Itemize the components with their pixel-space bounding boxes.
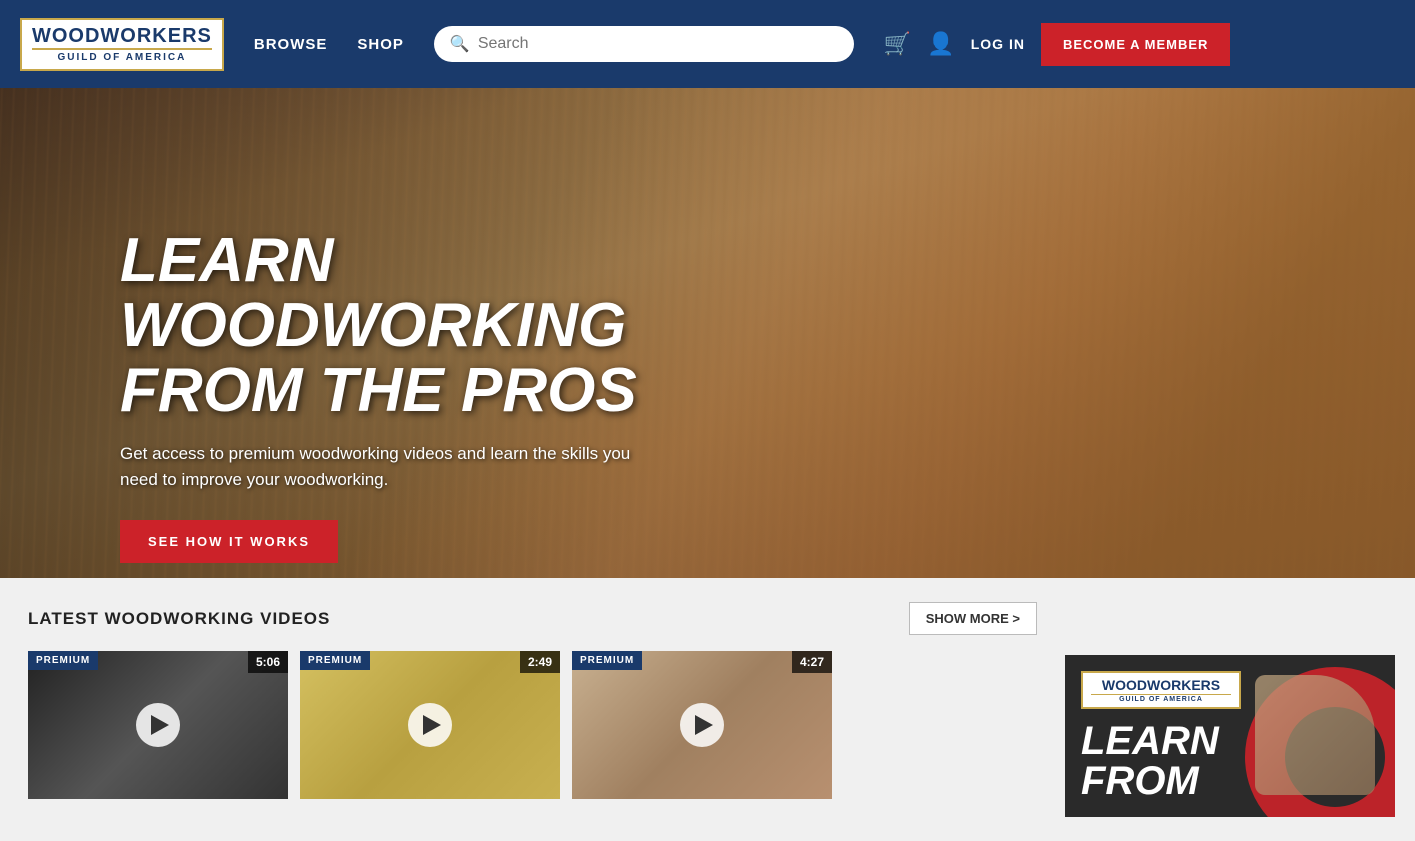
- cart-icon[interactable]: 🛒: [884, 31, 911, 57]
- nav-browse[interactable]: BROWSE: [254, 36, 328, 53]
- main-nav: BROWSE SHOP: [254, 36, 404, 53]
- videos-header: LATEST WOODWORKING VIDEOS SHOW MORE >: [20, 602, 1045, 635]
- nav-shop[interactable]: SHOP: [357, 36, 404, 53]
- play-icon: [695, 715, 713, 735]
- search-bar: 🔍: [434, 26, 854, 62]
- premium-badge: PREMIUM: [28, 651, 98, 670]
- premium-badge: PREMIUM: [572, 651, 642, 670]
- user-icon[interactable]: 👤: [927, 31, 954, 57]
- play-button[interactable]: [136, 703, 180, 747]
- hero-section: LEARN WOODWORKING FROM THE PROS Get acce…: [0, 88, 1415, 578]
- videos-section: LATEST WOODWORKING VIDEOS SHOW MORE > PR…: [20, 602, 1045, 817]
- header: WOODWORKERS GUILD OF AMERICA BROWSE SHOP…: [0, 0, 1415, 88]
- side-ad-logo-divider: [1091, 694, 1231, 695]
- header-actions: 🛒 👤 LOG IN BECOME A MEMBER: [884, 23, 1231, 66]
- play-icon: [423, 715, 441, 735]
- hero-subtitle: Get access to premium woodworking videos…: [120, 441, 660, 492]
- video-duration: 2:49: [520, 651, 560, 673]
- logo-top-text: WOODWORKERS: [32, 26, 212, 46]
- logo-bottom-text: GUILD OF AMERICA: [58, 52, 187, 63]
- video-card[interactable]: PREMIUM 5:06: [28, 651, 288, 799]
- lower-section: LATEST WOODWORKING VIDEOS SHOW MORE > PR…: [0, 578, 1415, 841]
- play-button[interactable]: [680, 703, 724, 747]
- side-ad-logo-top: WOODWORKERS: [1102, 677, 1220, 693]
- see-how-it-works-button[interactable]: SEE HOW IT WORKS: [120, 520, 338, 563]
- login-button[interactable]: LOG IN: [971, 36, 1025, 52]
- video-card[interactable]: PREMIUM 2:49: [300, 651, 560, 799]
- side-ad-hand-graphic: [1255, 675, 1375, 795]
- video-duration: 5:06: [248, 651, 288, 673]
- logo-divider: [32, 48, 212, 50]
- hero-title: LEARN WOODWORKING FROM THE PROS: [120, 228, 720, 423]
- search-input[interactable]: [478, 35, 838, 53]
- play-button[interactable]: [408, 703, 452, 747]
- search-icon: 🔍: [450, 34, 470, 54]
- side-advertisement: WOODWORKERS GUILD OF AMERICA LEARN FROM: [1065, 655, 1395, 817]
- videos-section-title: LATEST WOODWORKING VIDEOS: [28, 609, 330, 629]
- side-ad-logo: WOODWORKERS GUILD OF AMERICA: [1081, 671, 1241, 709]
- video-card[interactable]: PREMIUM 4:27: [572, 651, 832, 799]
- side-ad-logo-bottom: GUILD OF AMERICA: [1119, 696, 1203, 703]
- video-duration: 4:27: [792, 651, 832, 673]
- become-member-button[interactable]: BECOME A MEMBER: [1041, 23, 1230, 66]
- hero-content: LEARN WOODWORKING FROM THE PROS Get acce…: [120, 228, 720, 563]
- play-icon: [151, 715, 169, 735]
- show-more-button[interactable]: SHOW MORE >: [909, 602, 1037, 635]
- video-cards-container: PREMIUM 5:06 PREMIUM 2:49 PREMIUM 4:27: [20, 651, 1045, 799]
- premium-badge: PREMIUM: [300, 651, 370, 670]
- site-logo[interactable]: WOODWORKERS GUILD OF AMERICA: [20, 18, 224, 71]
